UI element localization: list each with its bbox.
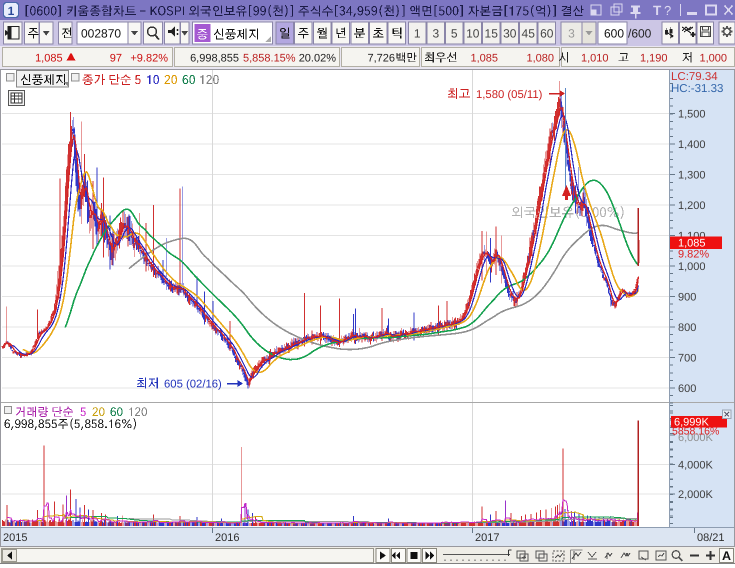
svg-text:5,858.15%: 5,858.15% [243,53,296,65]
svg-text:1,190: 1,190 [640,53,668,65]
svg-text:97: 97 [110,53,122,65]
svg-text:HC:-31.33: HC:-31.33 [671,83,723,95]
svg-text:900: 900 [678,292,696,304]
svg-text:2016: 2016 [215,532,239,544]
svg-text:2017: 2017 [475,532,499,544]
svg-text:45: 45 [522,27,536,41]
svg-text:605 (02/16): 605 (02/16) [164,379,222,391]
svg-text:4,000K: 4,000K [678,460,714,472]
svg-text:700: 700 [678,353,696,365]
svg-text:7,726: 7,726 [367,53,395,65]
svg-text:3: 3 [432,27,439,41]
svg-text:6,998,855: 6,998,855 [190,53,239,65]
svg-text:15: 15 [485,27,499,41]
svg-text:600: 600 [604,27,624,41]
svg-text:5: 5 [451,27,458,41]
svg-text:20.02%: 20.02% [299,53,337,65]
svg-text:A: A [722,549,731,563]
svg-text:1: 1 [414,27,421,41]
svg-text:1,000: 1,000 [678,261,706,273]
svg-text:002870: 002870 [81,27,121,41]
svg-text:1,500: 1,500 [678,109,706,121]
svg-text:1,085: 1,085 [470,53,498,65]
svg-text:1,400: 1,400 [678,139,706,151]
svg-text:1,010: 1,010 [581,53,609,65]
svg-text:2,000K: 2,000K [678,489,714,501]
svg-text:1,085: 1,085 [35,53,63,65]
svg-text:?: ? [664,3,671,18]
svg-text:10: 10 [466,27,480,41]
svg-text:1,580 (05/11): 1,580 (05/11) [476,89,543,101]
svg-text:1,000: 1,000 [699,53,727,65]
svg-text:1,200: 1,200 [678,200,706,212]
svg-text:800: 800 [678,322,696,334]
svg-text:08/21: 08/21 [697,532,725,544]
svg-text:5858.16%: 5858.16% [672,426,719,438]
svg-text:LC:79.34: LC:79.34 [671,71,718,83]
svg-text:T: T [653,3,662,18]
svg-text:60: 60 [540,27,554,41]
svg-text:2015: 2015 [3,532,27,544]
svg-text:1: 1 [8,4,15,18]
svg-text:600: 600 [678,383,696,395]
svg-text:30: 30 [503,27,517,41]
svg-text:/600: /600 [628,27,652,41]
svg-text:3: 3 [568,27,575,41]
svg-text:1,080: 1,080 [526,53,554,65]
svg-text:+9.82%: +9.82% [130,53,168,65]
svg-text:1,300: 1,300 [678,170,706,182]
svg-text:9.82%: 9.82% [678,249,709,261]
